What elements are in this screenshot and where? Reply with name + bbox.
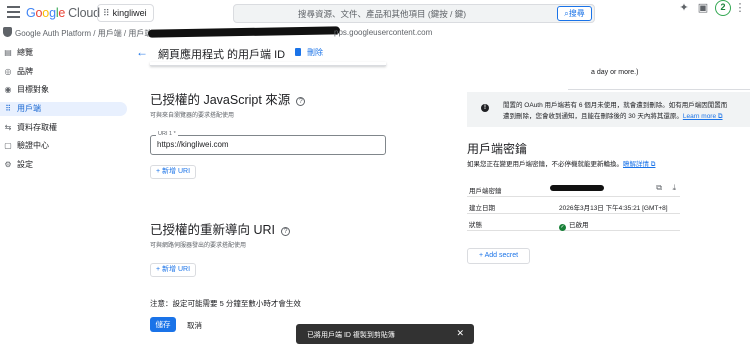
save-button[interactable]: 儲存 [150, 317, 176, 332]
info-icon: ! [481, 104, 489, 112]
client-secrets-heading: 用戶端密鑰 [467, 142, 528, 156]
sidebar-item-settings[interactable]: ⚙ 設定 [0, 158, 127, 172]
cloud-shell-icon[interactable]: ▣ [695, 0, 711, 16]
sidebar: ▤ 總覽 ◎ 品牌 ◉ 目標對象 ⠿ 用戶端 ⇆ 資料存取權 ▢ 驗證中心 ⚙ … [0, 42, 127, 340]
card-divider [150, 62, 386, 66]
add-redirect-uri-button[interactable]: + 新增 URI [150, 263, 197, 277]
table-row: 狀態 ✓ 已啟用 [467, 214, 680, 231]
gear-icon: ⚙ [4, 160, 12, 169]
check-circle-icon: ✓ [559, 224, 566, 231]
search-bar[interactable]: 搜尋資源、文件、產品和其他項目 (鍵按 / 鍵) ⌕搜尋 [233, 4, 595, 23]
js-origins-heading: 已授權的 JavaScript 來源? [150, 89, 306, 108]
breadcrumb-tail: pps.googleusercontent.com [334, 28, 433, 37]
overview-icon: ▤ [4, 48, 12, 57]
right-panel-top: a day or more.) [568, 62, 750, 90]
gemini-icon[interactable]: ✦ [676, 0, 692, 16]
trash-icon [295, 48, 301, 56]
uri-field-label: URI 1 * [156, 131, 178, 137]
add-secret-button[interactable]: + Add secret [467, 248, 530, 264]
audience-icon: ◉ [4, 85, 12, 94]
project-picker[interactable]: ⠿ kingliwei [97, 4, 154, 22]
back-arrow-icon[interactable]: ← [136, 45, 148, 59]
propagation-note: 注意：設定可能需要 5 分鐘至數小時才會生效 [150, 299, 301, 308]
sidebar-item-verification[interactable]: ▢ 驗證中心 [0, 139, 127, 153]
snackbar-text: 已將用戶端 ID 複製到剪貼簿 [307, 332, 395, 339]
uri-field[interactable]: URI 1 * [150, 131, 386, 155]
menu-icon[interactable] [7, 6, 20, 18]
breadcrumb-text[interactable]: Google Auth Platform / 用戶端 / 用戶端 [15, 28, 152, 39]
add-origin-uri-button[interactable]: + 新增 URI [150, 165, 197, 179]
breadcrumb: Google Auth Platform / 用戶端 / 用戶端 pps.goo… [0, 26, 750, 41]
uri-input[interactable] [157, 140, 377, 149]
project-icon: ⠿ [103, 8, 110, 18]
search-button[interactable]: ⌕搜尋 [557, 6, 592, 21]
table-row: 建立日期 2026年3月13日 下午4:35:21 [GMT+8] [467, 197, 680, 214]
search-placeholder: 搜尋資源、文件、產品和其他項目 (鍵按 / 鍵) [298, 9, 467, 19]
top-bar: Google Cloud ⠿ kingliwei 搜尋資源、文件、產品和其他項目 (… [0, 0, 750, 27]
more-vert-icon[interactable]: ⋮ [732, 0, 748, 16]
shield-icon [3, 27, 12, 37]
help-icon[interactable]: ? [296, 97, 306, 106]
sidebar-item-data-access[interactable]: ⇆ 資料存取權 [0, 121, 127, 135]
page-header: ← 網頁應用程式 的用戶端 ID 刪除 [127, 42, 750, 62]
redacted-secret [550, 185, 604, 191]
google-cloud-logo[interactable]: Google Cloud [26, 6, 100, 20]
sidebar-item-clients[interactable]: ⠿ 用戶端 [0, 102, 127, 116]
close-icon[interactable]: ✕ [456, 328, 464, 339]
js-origins-subtitle: 可與來自瀏覽器的要求搭配使用 [150, 113, 235, 119]
help-icon[interactable]: ? [281, 227, 291, 236]
palette-icon: ◎ [4, 67, 12, 76]
delete-button[interactable]: 刪除 [295, 47, 323, 58]
learn-more-link[interactable]: Learn more ⧉ [683, 113, 723, 120]
verification-icon: ▢ [4, 141, 12, 150]
info-banner: ! 閒置的 OAuth 用戶端若有 6 個月未使用，就會遭到刪除。如有用戶端因閒… [467, 92, 750, 127]
cancel-button[interactable]: 取消 [187, 320, 202, 331]
download-icon[interactable]: ⤓ [672, 183, 676, 193]
redirect-uris-heading: 已授權的重新導向 URI? [150, 219, 291, 238]
secrets-table: 用戶端密鑰 ⧉ ⤓ 建立日期 2026年3月13日 下午4:35:21 [GMT… [467, 180, 680, 231]
notifications-badge[interactable]: 2 [715, 0, 731, 16]
client-secrets-desc: 如果您正在變更用戶端密鑰，不必停機就能更新輪換。瞭解詳情 ⧉ [467, 161, 656, 168]
redacted-client-id [147, 26, 341, 38]
sidebar-item-audience[interactable]: ◉ 目標對象 [0, 83, 127, 97]
grid-icon: ⠿ [5, 104, 11, 113]
snackbar: 已將用戶端 ID 複製到剪貼簿 ✕ [296, 324, 474, 344]
copy-icon[interactable]: ⧉ [656, 183, 662, 193]
data-access-icon: ⇆ [4, 123, 12, 132]
sidebar-item-overview[interactable]: ▤ 總覽 [0, 46, 127, 60]
table-row: 用戶端密鑰 ⧉ ⤓ [467, 180, 680, 197]
redirect-uris-subtitle: 可與網路伺服器發出的要求搭配使用 [150, 243, 247, 249]
page-title: 網頁應用程式 的用戶端 ID [158, 49, 286, 61]
sidebar-item-branding[interactable]: ◎ 品牌 [0, 65, 127, 79]
learn-more-link[interactable]: 瞭解詳情 ⧉ [623, 161, 655, 168]
